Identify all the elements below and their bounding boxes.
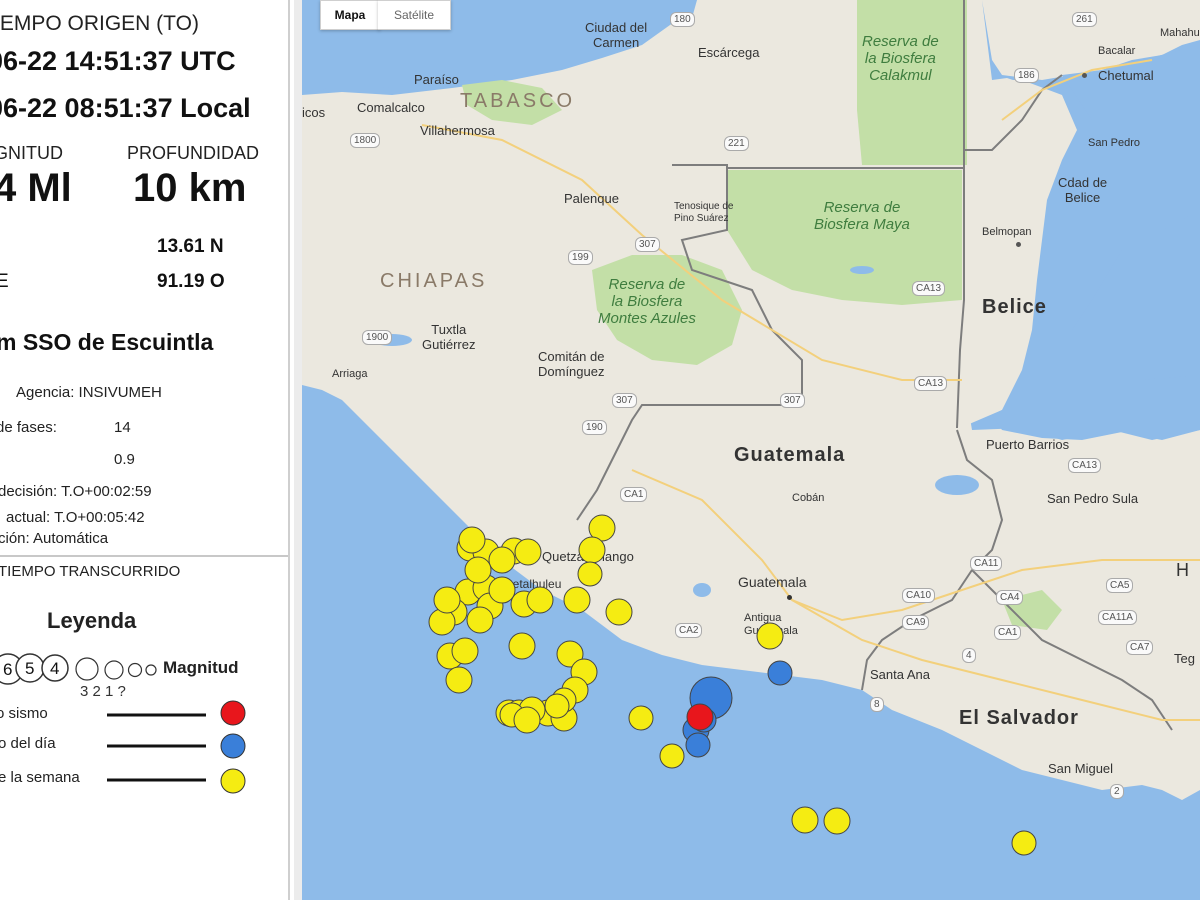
- depth-value: 10 km: [133, 166, 247, 210]
- map-view[interactable]: Mapa Satélite Guatemala Belice El Salvad…: [302, 0, 1200, 900]
- week-quake-marker[interactable]: [823, 807, 851, 835]
- legend-day-label: o del día: [0, 735, 56, 752]
- week-quake-marker[interactable]: [563, 586, 591, 614]
- info-panel: IEMPO ORIGEN (TO) 06-22 14:51:37 UTC 06-…: [0, 0, 300, 900]
- legend-small-numbers: 3 2 1 ?: [80, 683, 126, 700]
- legend-num-6: 6: [3, 660, 12, 679]
- day-quake-marker[interactable]: [767, 660, 793, 686]
- legend-title: Leyenda: [47, 608, 137, 633]
- panel-gutter: [294, 0, 302, 900]
- week-quake-marker[interactable]: [488, 546, 516, 574]
- latest-quake-marker[interactable]: [686, 703, 714, 731]
- week-quake-marker[interactable]: [659, 743, 685, 769]
- legend-mag-1-circle: [127, 662, 143, 678]
- week-quake-marker[interactable]: [544, 693, 570, 719]
- legend-week-dot: [220, 768, 246, 794]
- week-quake-marker[interactable]: [578, 536, 606, 564]
- legend-num-5: 5: [25, 659, 34, 678]
- week-quake-marker[interactable]: [428, 608, 456, 636]
- magnitude-label: GNITUD: [0, 143, 63, 163]
- local-time: 06-22 08:51:37 Local: [0, 93, 251, 123]
- week-quake-marker[interactable]: [445, 666, 473, 694]
- panel-divider: [288, 0, 290, 900]
- week-quake-marker[interactable]: [433, 586, 461, 614]
- phases-value: 14: [114, 419, 131, 436]
- magnitude-value: 4 Ml: [0, 166, 72, 210]
- longitude-label: E: [0, 271, 9, 292]
- rms-value: 0.9: [114, 451, 135, 468]
- week-quake-marker[interactable]: [526, 586, 554, 614]
- phases-label: de fases:: [0, 419, 57, 436]
- week-quake-marker[interactable]: [464, 556, 492, 584]
- week-quake-marker[interactable]: [508, 632, 536, 660]
- week-quake-marker[interactable]: [513, 706, 541, 734]
- decision-time: decisión: T.O+00:02:59: [0, 483, 152, 500]
- legend-magnitude-label: Magnitud: [163, 658, 239, 677]
- week-quake-marker[interactable]: [514, 538, 542, 566]
- week-quake-marker[interactable]: [466, 606, 494, 634]
- week-quake-marker[interactable]: [451, 637, 479, 665]
- legend-day-dot: [220, 733, 246, 759]
- event-location: m SSO de Escuintla: [0, 329, 214, 355]
- week-quake-marker[interactable]: [458, 526, 486, 554]
- legend-num-4: 4: [50, 659, 59, 678]
- legend-mag-unknown-circle: [145, 664, 157, 676]
- day-quake-marker[interactable]: [685, 732, 711, 758]
- depth-label: PROFUNDIDAD: [127, 143, 260, 163]
- legend-latest-dot: [220, 700, 246, 726]
- week-quake-marker[interactable]: [791, 806, 819, 834]
- week-quake-marker[interactable]: [605, 598, 633, 626]
- current-time: actual: T.O+00:05:42: [6, 509, 145, 526]
- agency: Agencia: INSIVUMEH: [16, 384, 162, 401]
- event-info-box: [0, 0, 290, 557]
- week-quake-marker[interactable]: [1011, 830, 1037, 856]
- week-quake-marker[interactable]: [628, 705, 654, 731]
- elapsed-time-label: TIEMPO TRANSCURRIDO: [0, 563, 181, 580]
- week-quake-marker[interactable]: [577, 561, 603, 587]
- legend-latest-label: o sismo: [0, 705, 48, 722]
- longitude-value: 91.19 O: [157, 271, 225, 292]
- utc-time: 06-22 14:51:37 UTC: [0, 46, 236, 76]
- solution-type: ción: Automática: [0, 530, 109, 547]
- latitude-value: 13.61 N: [157, 236, 224, 257]
- legend-mag-3-circle: [75, 657, 99, 681]
- legend-week-label: e la semana: [0, 769, 80, 786]
- week-quake-marker[interactable]: [756, 622, 784, 650]
- week-quake-marker[interactable]: [488, 576, 516, 604]
- earthquake-markers-layer[interactable]: [302, 0, 1200, 900]
- origin-time-header: IEMPO ORIGEN (TO): [0, 12, 199, 35]
- legend-mag-2-circle: [104, 660, 124, 680]
